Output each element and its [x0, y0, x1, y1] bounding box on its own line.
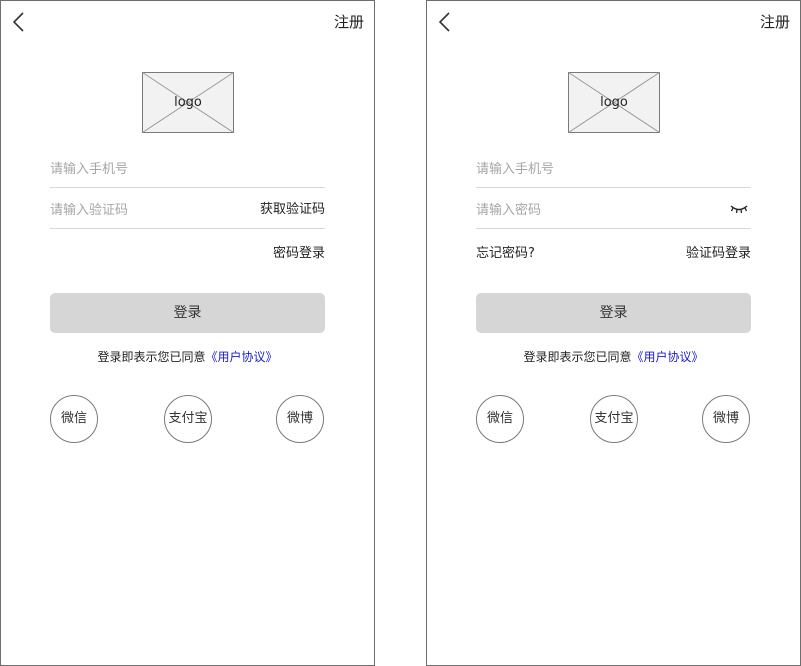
- forgot-password-link[interactable]: 忘记密码?: [476, 244, 535, 264]
- back-button[interactable]: [9, 10, 31, 34]
- wechat-login-button[interactable]: 微信: [50, 395, 98, 443]
- password-visibility-toggle[interactable]: [729, 201, 749, 215]
- weibo-login-button[interactable]: 微博: [702, 395, 750, 443]
- code-input[interactable]: [50, 199, 240, 221]
- weibo-login-button[interactable]: 微博: [276, 395, 324, 443]
- logo-text: logo: [174, 95, 202, 110]
- login-button[interactable]: 登录: [476, 293, 751, 333]
- logo: logo: [142, 72, 234, 133]
- password-login-screen: 注册 logo 忘记密码? 验证码登录 登录 登录即表示您已同意《用户协议》 微…: [426, 0, 801, 666]
- sms-login-screen: 注册 logo 获取验证码 密码登录 登录 登录即表示您已同意《用户协议》 微信…: [0, 0, 375, 666]
- phone-field: [50, 147, 325, 188]
- back-button[interactable]: [435, 10, 457, 34]
- logo: logo: [568, 72, 660, 133]
- password-field: [476, 188, 751, 229]
- agreement-notice: 登录即表示您已同意《用户协议》: [427, 348, 800, 366]
- wechat-login-button[interactable]: 微信: [476, 395, 524, 443]
- logo-text: logo: [600, 95, 628, 110]
- code-login-link[interactable]: 验证码登录: [686, 244, 751, 264]
- login-button[interactable]: 登录: [50, 293, 325, 333]
- agreement-text: 登录即表示您已同意: [523, 350, 632, 364]
- eye-closed-icon: [730, 205, 748, 214]
- phone-field: [476, 147, 751, 188]
- agreement-notice: 登录即表示您已同意《用户协议》: [1, 348, 374, 366]
- register-link[interactable]: 注册: [334, 11, 364, 33]
- phone-input[interactable]: [476, 158, 666, 180]
- alipay-login-button[interactable]: 支付宝: [164, 395, 212, 443]
- code-field: 获取验证码: [50, 188, 325, 229]
- alipay-login-button[interactable]: 支付宝: [590, 395, 638, 443]
- password-login-link[interactable]: 密码登录: [273, 244, 325, 264]
- agreement-text: 登录即表示您已同意: [97, 350, 206, 364]
- link-row: 密码登录: [50, 244, 325, 264]
- chevron-left-icon: [438, 12, 450, 32]
- register-link[interactable]: 注册: [760, 11, 790, 33]
- user-agreement-link[interactable]: 《用户协议》: [206, 350, 278, 364]
- phone-input[interactable]: [50, 158, 240, 180]
- link-row: 忘记密码? 验证码登录: [476, 244, 751, 264]
- chevron-left-icon: [12, 12, 24, 32]
- password-input[interactable]: [476, 199, 666, 221]
- user-agreement-link[interactable]: 《用户协议》: [632, 350, 704, 364]
- get-code-button[interactable]: 获取验证码: [260, 201, 325, 219]
